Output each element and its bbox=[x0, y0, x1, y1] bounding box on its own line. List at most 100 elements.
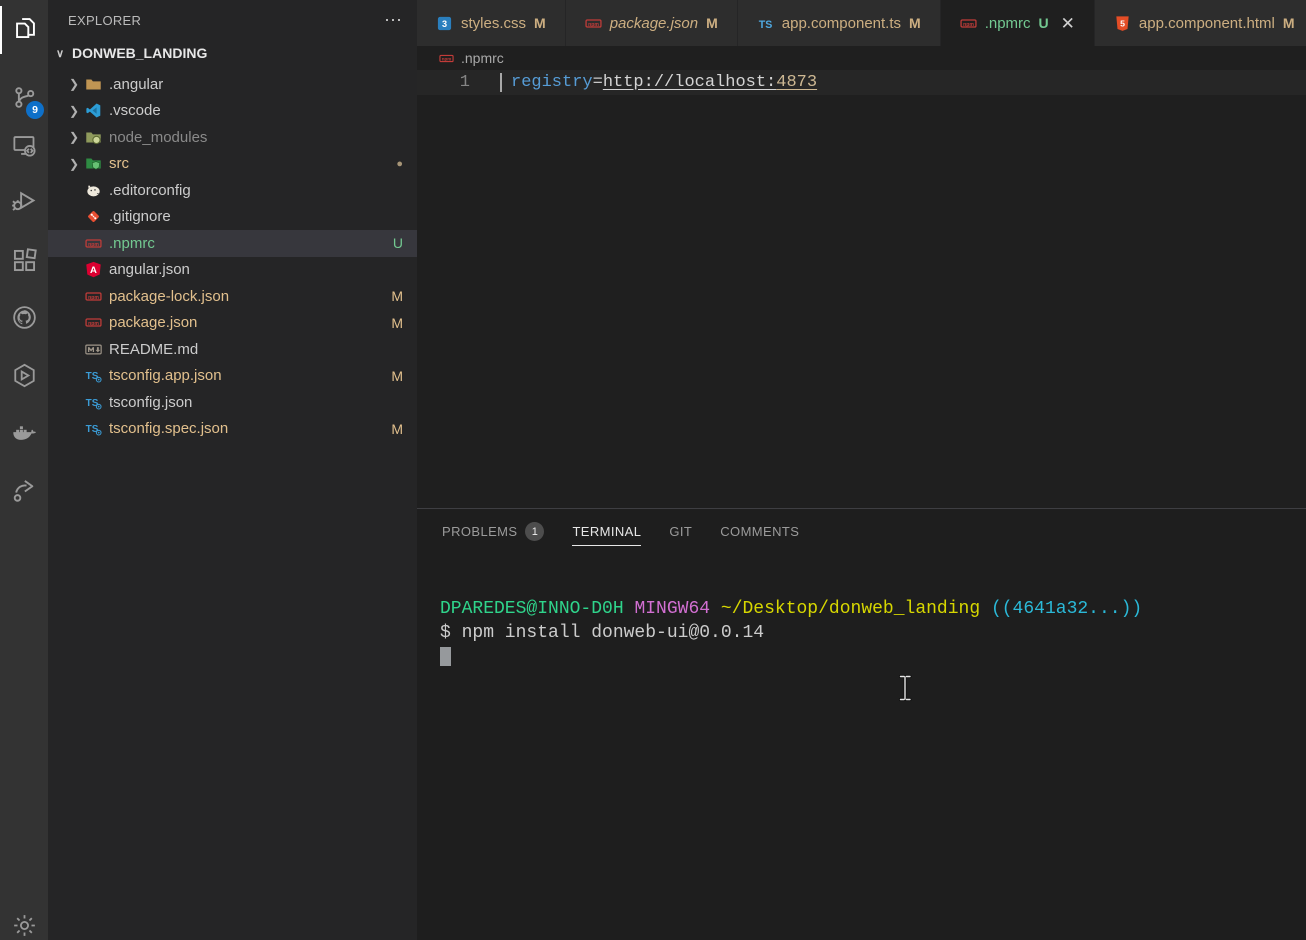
file-row[interactable]: TStsconfig.app.jsonM bbox=[48, 363, 417, 390]
code-text: registry=http://localhost:4873 bbox=[511, 73, 817, 92]
folder-icon bbox=[84, 76, 102, 93]
file-label: tsconfig.spec.json bbox=[109, 420, 391, 437]
folder-src-icon bbox=[84, 155, 102, 172]
close-icon[interactable]: ✕ bbox=[1061, 15, 1075, 32]
svg-text:npm: npm bbox=[963, 21, 974, 27]
gear-icon bbox=[11, 912, 38, 940]
tab-.npmrc[interactable]: npm .npmrc U ✕ bbox=[941, 0, 1095, 46]
panel-tab-terminal[interactable]: TERMINAL bbox=[572, 518, 641, 546]
file-label: .editorconfig bbox=[109, 182, 403, 199]
npm-icon: npm bbox=[84, 288, 102, 305]
activity-remote-explorer[interactable] bbox=[0, 124, 48, 172]
activity-extensions[interactable] bbox=[0, 239, 48, 287]
file-row[interactable]: TStsconfig.spec.jsonM bbox=[48, 416, 417, 443]
file-row[interactable]: TStsconfig.json bbox=[48, 389, 417, 416]
docker-icon bbox=[11, 419, 38, 451]
npm-icon: npm bbox=[960, 15, 977, 32]
git-status-badge: M bbox=[391, 421, 403, 437]
workspace-section-header[interactable]: ∨ DONWEB_LANDING bbox=[48, 40, 417, 66]
file-label: src bbox=[109, 155, 396, 172]
terminal-line: DPAREDES@INNO-D0H MINGW64 ~/Desktop/donw… bbox=[440, 598, 1306, 622]
html-icon: 5 bbox=[1114, 15, 1131, 32]
file-row[interactable]: npm.npmrcU bbox=[48, 230, 417, 257]
file-row[interactable]: README.md bbox=[48, 336, 417, 363]
manage-button[interactable] bbox=[0, 904, 48, 940]
file-label: node_modules bbox=[109, 129, 403, 146]
tab-label: app.component.ts bbox=[782, 15, 901, 32]
file-row[interactable]: .editorconfig bbox=[48, 177, 417, 204]
svg-text:A: A bbox=[90, 265, 97, 276]
file-label: README.md bbox=[109, 341, 403, 358]
file-row[interactable]: ❯.angular bbox=[48, 71, 417, 98]
tab-git-badge: M bbox=[706, 15, 718, 31]
file-row[interactable]: Aangular.json bbox=[48, 257, 417, 284]
panel-tab-comments[interactable]: COMMENTS bbox=[720, 518, 799, 545]
panel-tab-bar: PROBLEMS1 TERMINAL GIT COMMENTS bbox=[417, 509, 1306, 554]
git-status-badge: M bbox=[391, 315, 403, 331]
editor-area[interactable]: 1 registry=http://localhost:4873 bbox=[417, 70, 1306, 508]
code-token: = bbox=[593, 73, 603, 92]
breadcrumb[interactable]: npm .npmrc bbox=[417, 46, 1306, 70]
activity-package-explorer[interactable] bbox=[0, 354, 48, 402]
vscode-icon bbox=[84, 102, 102, 119]
activity-run-and-debug[interactable] bbox=[0, 179, 48, 227]
file-label: package-lock.json bbox=[109, 288, 391, 305]
svg-text:3: 3 bbox=[442, 19, 447, 29]
git-status-badge: M bbox=[391, 368, 403, 384]
panel-tab-label: TERMINAL bbox=[572, 524, 641, 539]
code-token: 4873 bbox=[776, 73, 817, 92]
git-icon bbox=[84, 208, 102, 225]
activity-source-control[interactable]: 9 bbox=[0, 76, 48, 124]
angular-icon: A bbox=[84, 261, 102, 278]
svg-text:npm: npm bbox=[442, 56, 452, 61]
activity-docker[interactable] bbox=[0, 411, 48, 459]
file-row[interactable]: ❯.vscode bbox=[48, 98, 417, 125]
npm-icon: npm bbox=[84, 314, 102, 331]
markdown-icon bbox=[84, 341, 102, 358]
activity-bar: 9 bbox=[0, 0, 48, 940]
tab-styles.css[interactable]: 3styles.cssM bbox=[417, 0, 566, 46]
file-row[interactable]: npmpackage-lock.jsonM bbox=[48, 283, 417, 310]
npm-icon: npm bbox=[439, 51, 454, 66]
sidebar-title: EXPLORER bbox=[68, 13, 141, 28]
panel-tab-git[interactable]: GIT bbox=[669, 518, 692, 545]
svg-text:npm: npm bbox=[588, 21, 599, 27]
file-row[interactable]: npmpackage.jsonM bbox=[48, 310, 417, 337]
file-row[interactable]: .gitignore bbox=[48, 204, 417, 231]
file-row[interactable]: ❯ node_modules bbox=[48, 124, 417, 151]
file-label: tsconfig.json bbox=[109, 394, 403, 411]
chevron-right-icon: ❯ bbox=[64, 130, 84, 144]
terminal-segment: ~/Desktop/donweb_landing bbox=[721, 599, 980, 619]
workspace-name: DONWEB_LANDING bbox=[72, 45, 207, 61]
file-row[interactable]: ❯src● bbox=[48, 151, 417, 178]
activity-live-share[interactable] bbox=[0, 469, 48, 517]
remote-explorer-icon bbox=[11, 132, 38, 164]
extensions-icon bbox=[11, 247, 38, 279]
tab-app.component.ts[interactable]: TSapp.component.tsM bbox=[738, 0, 941, 46]
tab-git-badge: U bbox=[1039, 15, 1049, 31]
svg-text:npm: npm bbox=[88, 321, 99, 327]
line-number: 1 bbox=[417, 73, 490, 92]
terminal-cursor bbox=[440, 647, 451, 666]
chevron-right-icon: ❯ bbox=[64, 77, 84, 91]
terminal[interactable]: DPAREDES@INNO-D0H MINGW64 ~/Desktop/donw… bbox=[417, 554, 1306, 940]
terminal-line: $ npm install donweb-ui@0.0.14 bbox=[440, 622, 1306, 646]
explorer-sidebar: EXPLORER ⋯ ∨ DONWEB_LANDING ❯.angular❯.v… bbox=[48, 0, 417, 940]
file-label: .vscode bbox=[109, 102, 403, 119]
activity-explorer[interactable] bbox=[0, 6, 48, 54]
terminal-segment bbox=[710, 599, 721, 619]
svg-text:TS: TS bbox=[758, 18, 772, 30]
more-actions-icon[interactable]: ⋯ bbox=[384, 15, 403, 25]
tab-label: styles.css bbox=[461, 15, 526, 32]
activity-github[interactable] bbox=[0, 296, 48, 344]
chevron-right-icon: ❯ bbox=[64, 157, 84, 171]
tab-app.component.html[interactable]: 5app.component.htmlM bbox=[1095, 0, 1306, 46]
panel-tab-problems[interactable]: PROBLEMS1 bbox=[442, 516, 544, 547]
tab-label: .npmrc bbox=[985, 15, 1031, 32]
editor-group: 3 styles.css Mnpmpackage.jsonM TS app.compon… bbox=[417, 0, 1306, 940]
chevron-down-icon: ∨ bbox=[52, 47, 68, 60]
tab-package.json[interactable]: npmpackage.jsonM bbox=[566, 0, 738, 46]
panel-tab-label: GIT bbox=[669, 524, 692, 539]
code-line[interactable]: 1 registry=http://localhost:4873 bbox=[417, 70, 1306, 95]
breadcrumb-label: .npmrc bbox=[461, 50, 504, 66]
